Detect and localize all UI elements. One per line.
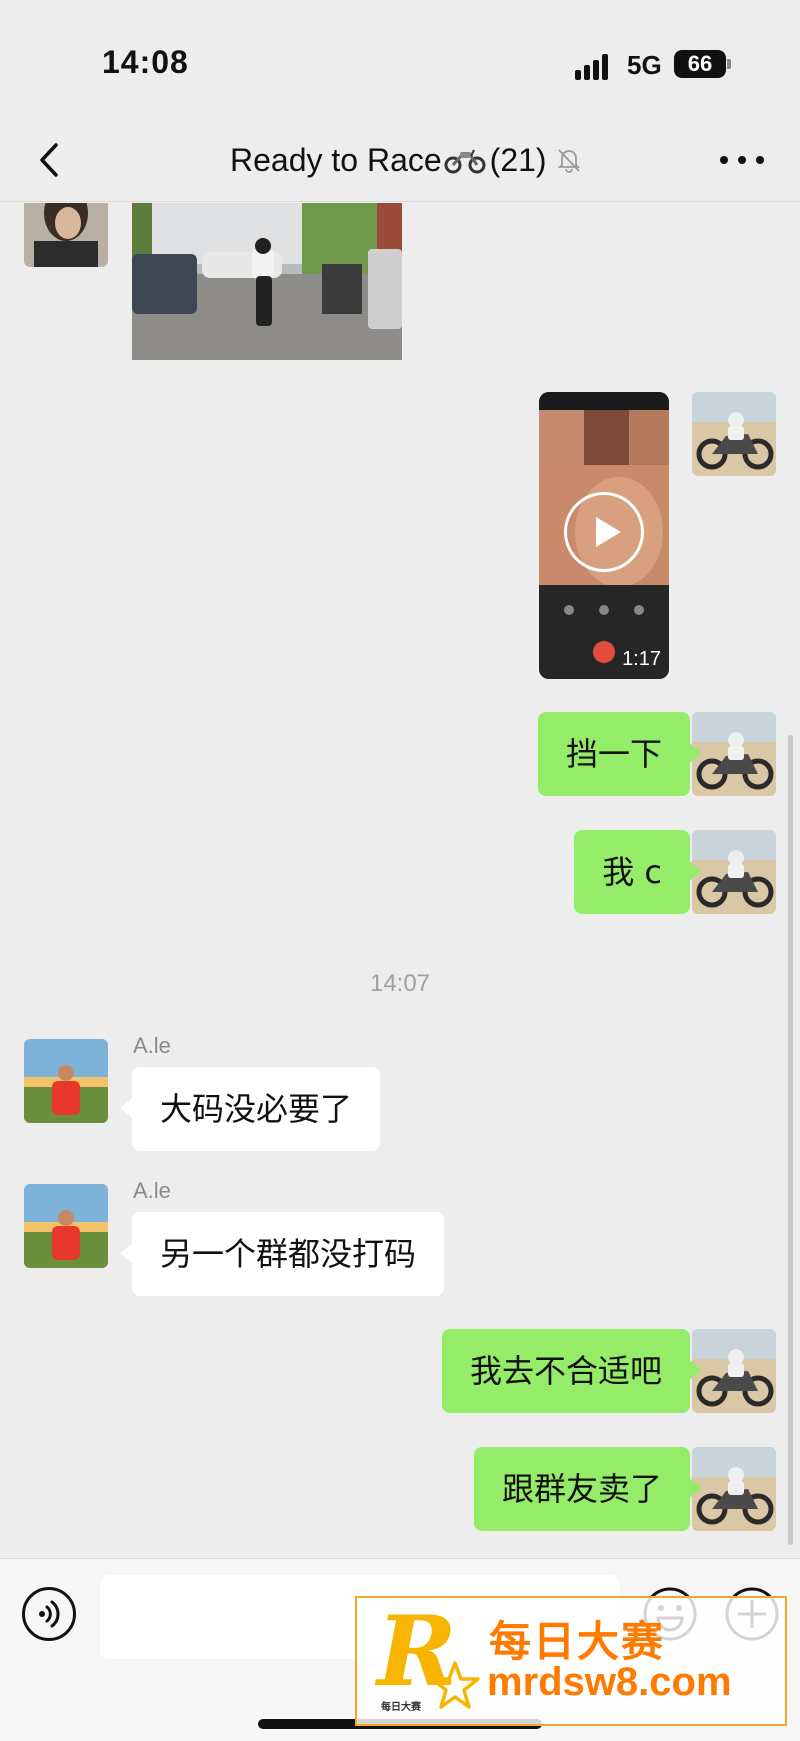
status-bar: 14:08 5G 66 bbox=[0, 0, 800, 120]
avatar-self[interactable] bbox=[692, 1329, 776, 1413]
more-dots-icon[interactable] bbox=[720, 152, 764, 168]
star-icon bbox=[430, 1661, 480, 1709]
message-bubble-out[interactable]: 跟群友卖了 bbox=[473, 1447, 703, 1531]
back-chevron-icon bbox=[40, 143, 58, 177]
video-duration: 1:17 bbox=[622, 648, 661, 670]
play-icon[interactable] bbox=[564, 492, 644, 572]
voice-button[interactable] bbox=[22, 1587, 76, 1641]
avatar-self[interactable] bbox=[692, 1447, 776, 1531]
avatar-ale[interactable] bbox=[24, 1039, 108, 1123]
motorcycle-emoji-icon bbox=[444, 149, 486, 174]
avatar-self[interactable] bbox=[692, 712, 776, 796]
battery-icon bbox=[727, 59, 731, 69]
battery-level: 66 bbox=[674, 50, 726, 78]
photo-message[interactable] bbox=[132, 203, 402, 360]
chat-title[interactable]: Ready to Race (21) bbox=[230, 138, 583, 182]
sender-name: A.le bbox=[133, 1033, 171, 1058]
back-button[interactable] bbox=[30, 140, 70, 180]
chat-header: Ready to Race (21) bbox=[0, 120, 800, 202]
sender-name: A.le bbox=[133, 1178, 171, 1203]
watermark: R 每日大赛 每日大赛 mrdsw8.com bbox=[355, 1596, 787, 1726]
video-message[interactable]: 1:17 bbox=[539, 392, 669, 679]
member-count: (21) bbox=[489, 141, 547, 178]
group-name: Ready to Race bbox=[230, 141, 442, 178]
avatar-ale[interactable] bbox=[24, 1184, 108, 1268]
mute-bell-icon bbox=[557, 149, 580, 173]
avatar-self[interactable] bbox=[692, 392, 776, 476]
message-timestamp: 14:07 bbox=[369, 970, 431, 997]
message-bubble-in[interactable]: 大码没必要了 bbox=[119, 1067, 381, 1151]
watermark-url: mrdsw8.com bbox=[487, 1660, 732, 1704]
scrollbar[interactable] bbox=[788, 735, 793, 1545]
message-bubble-out[interactable]: 我去不合适吧 bbox=[441, 1329, 703, 1413]
voice-icon bbox=[39, 1600, 60, 1628]
watermark-logo-small: 每日大赛 bbox=[381, 1702, 421, 1713]
signal-icon bbox=[575, 52, 615, 80]
network-type: 5G bbox=[627, 50, 662, 80]
message-list[interactable]: 1:17 挡一下 我 c 14:07 A.le 大码没必要了 A.le 另一个群… bbox=[0, 203, 800, 1558]
message-bubble-in[interactable]: 另一个群都没打码 bbox=[119, 1212, 445, 1296]
status-time: 14:08 bbox=[102, 44, 189, 80]
avatar-self[interactable] bbox=[692, 830, 776, 914]
avatar[interactable] bbox=[24, 203, 108, 267]
message-bubble-out[interactable]: 挡一下 bbox=[537, 712, 703, 796]
message-bubble-out[interactable]: 我 c bbox=[574, 830, 702, 914]
